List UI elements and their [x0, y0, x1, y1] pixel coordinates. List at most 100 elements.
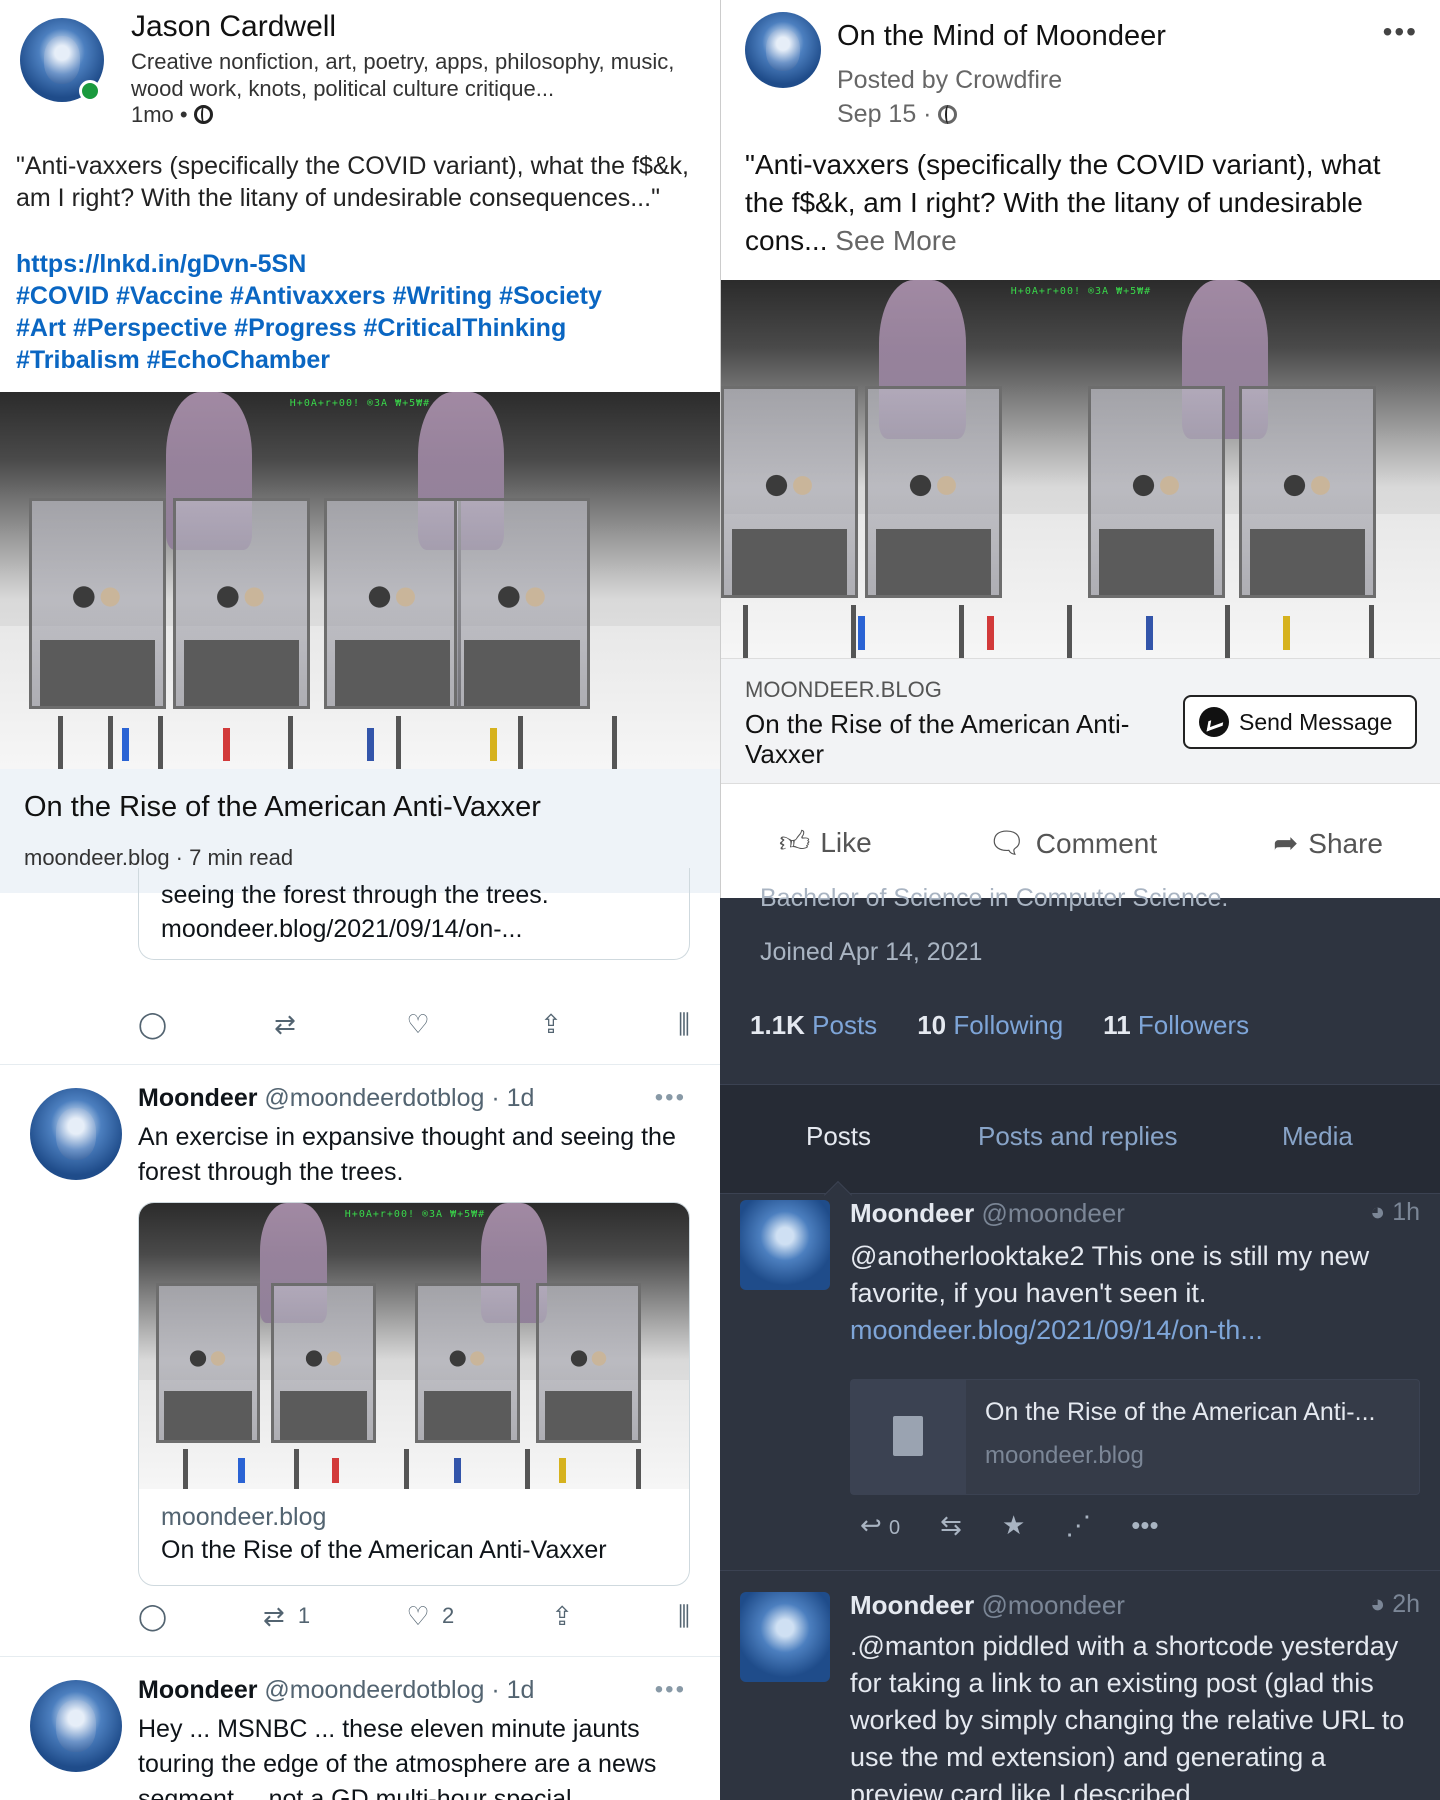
post-header: Moondeer @moondeer	[850, 1590, 1125, 1621]
reply-icon[interactable]: ◯	[138, 1010, 167, 1038]
post-age: 1mo	[131, 102, 174, 127]
post-time[interactable]: ◕ 1h	[1370, 1198, 1420, 1227]
link-domain: MOONDEER.BLOG	[745, 677, 942, 702]
post-handle: @moondeer	[981, 1198, 1125, 1228]
share-icon[interactable]: ⇪	[537, 1010, 565, 1038]
tweet-more-icon[interactable]: •••	[655, 1084, 686, 1112]
reply-icon[interactable]: ◯	[138, 1602, 167, 1630]
profile-stats: 1.1K Posts 10 Following 11 Followers	[750, 1010, 1249, 1041]
post-body: @anotherlooktake2 This one is still my n…	[850, 1241, 1370, 1308]
author-headline: Creative nonfiction, art, poetry, apps, …	[131, 49, 675, 101]
tab-posts[interactable]: Posts	[806, 1121, 871, 1152]
tweet-author[interactable]: Moondeer	[138, 1676, 257, 1704]
page-name[interactable]: On the Mind of Moondeer	[837, 20, 1166, 53]
post-actions: ↩ 0 ⇆ ★ ⋰ •••	[860, 1510, 1159, 1541]
link-preview-card[interactable]: On the Rise of the American Anti-... moo…	[850, 1379, 1420, 1495]
post-avatar[interactable]	[740, 1200, 830, 1290]
analytics-icon[interactable]: ⫼	[670, 1010, 698, 1038]
tweet-actions: ◯ ⇄ 1 ♡ 2 ⇪ ⫼	[138, 1596, 698, 1636]
send-message-button[interactable]: Send Message	[1183, 695, 1417, 749]
author-name[interactable]: Jason Cardwell	[131, 10, 336, 44]
divider	[0, 1064, 720, 1065]
post-body: "Anti-vaxxers (specifically the COVID va…	[16, 152, 689, 212]
following-stat[interactable]: 10 Following	[917, 1010, 1063, 1041]
like-button[interactable]: 👍︎ Like	[779, 825, 872, 861]
comment-label: Comment	[1035, 827, 1158, 859]
post-time[interactable]: ◕ 2h	[1370, 1590, 1420, 1619]
tab-media[interactable]: Media	[1282, 1121, 1353, 1152]
hashtags-line-1[interactable]: #COVID #Vaccine #Antivaxxers #Writing #S…	[16, 280, 706, 312]
tweet-link-card[interactable]: H+0A+r+00! ®3A ₩+5₩# moondeer.blog On th…	[138, 1202, 690, 1586]
comment-button[interactable]: 🗨︎ Comment	[988, 826, 1157, 861]
post-handle: @moondeer	[981, 1590, 1125, 1620]
tweet-header: Moondeer @moondeerdotblog · 1d	[138, 1084, 534, 1113]
post-image[interactable]: H+0A+r+00! ®3A ₩+5₩#	[721, 280, 1440, 658]
bio-tail: Bachelor of Science in Computer Science.	[760, 884, 1229, 912]
more-icon[interactable]: •••	[1131, 1510, 1158, 1541]
send-message-label: Send Message	[1239, 708, 1393, 735]
globe-icon	[193, 105, 213, 124]
tweet-text: An exercise in expansive thought and see…	[138, 1123, 676, 1186]
see-more-link[interactable]: See More	[835, 225, 956, 256]
post-link-block: https://lnkd.in/gDvn-5SN #COVID #Vaccine…	[16, 248, 706, 376]
like-heart-icon[interactable]: ♡	[404, 1010, 432, 1038]
post-url[interactable]: https://lnkd.in/gDvn-5SN	[16, 248, 706, 280]
divider	[0, 1656, 720, 1657]
share-icon[interactable]: ⋰	[1065, 1510, 1091, 1541]
tweet-handle: @moondeerdotblog · 1d	[264, 1084, 535, 1112]
post-meta: 1mo •	[131, 102, 213, 128]
post-avatar[interactable]	[740, 1592, 830, 1682]
page-avatar[interactable]	[745, 12, 821, 88]
document-icon-box	[851, 1380, 966, 1494]
like-heart-icon[interactable]: ♡	[404, 1602, 432, 1630]
hashtags-line-2[interactable]: #Art #Perspective #Progress #CriticalThi…	[16, 312, 706, 344]
tweet-avatar[interactable]	[30, 1680, 122, 1772]
post-image[interactable]: H+0A+r+00! ®3A ₩+5₩#	[0, 392, 720, 769]
retweet-icon[interactable]: ⇄	[271, 1010, 299, 1038]
retweet-icon[interactable]: ⇄	[260, 1602, 288, 1630]
post-link[interactable]: moondeer.blog/2021/09/14/on-th...	[850, 1312, 1420, 1349]
collage: Jason Cardwell Creative nonfiction, art,…	[0, 0, 1440, 1800]
repost-icon[interactable]: ⇆	[940, 1510, 962, 1541]
thumbs-up-icon: 👍︎	[778, 826, 811, 859]
more-options-icon[interactable]: •••	[1383, 16, 1418, 48]
posts-stat[interactable]: 1.1K Posts	[750, 1010, 877, 1041]
link-preview[interactable]: MOONDEER.BLOG On the Rise of the America…	[721, 658, 1440, 784]
document-icon	[893, 1416, 923, 1456]
post-text: @anotherlooktake2 This one is still my n…	[850, 1238, 1420, 1349]
share-label: Share	[1308, 827, 1383, 859]
art-ticker: H+0A+r+00! ®3A ₩+5₩#	[344, 1209, 486, 1220]
divider	[720, 1570, 1440, 1571]
card-domain: moondeer.blog	[161, 1503, 327, 1531]
retweet-count: 1	[297, 1603, 311, 1628]
reply-action[interactable]: ↩ 0	[860, 1510, 900, 1541]
followers-stat[interactable]: 11 Followers	[1103, 1010, 1249, 1041]
link-title: On the Rise of the American Anti-Vaxxer	[745, 709, 1130, 769]
post-author[interactable]: Moondeer	[850, 1198, 974, 1228]
post-header: Moondeer @moondeer	[850, 1198, 1125, 1229]
like-count: 2	[442, 1603, 455, 1628]
messenger-icon	[1199, 707, 1229, 737]
tweet-more-icon[interactable]: •••	[655, 1676, 686, 1704]
tweet-avatar[interactable]	[30, 1088, 122, 1180]
share-icon[interactable]: ⇪	[548, 1602, 576, 1630]
like-label: Like	[820, 827, 872, 858]
hashtags-line-3[interactable]: #Tribalism #EchoChamber	[16, 344, 706, 376]
tweet-author[interactable]: Moondeer	[138, 1084, 257, 1112]
online-status-indicator	[79, 80, 101, 102]
tweet-text: Hey ... MSNBC ... these eleven minute ja…	[138, 1715, 657, 1800]
analytics-icon[interactable]: ⫼	[670, 1602, 698, 1630]
post-actions: 👍︎ Like 🗨︎ Comment ➦ Share	[721, 803, 1440, 883]
facebook-post: On the Mind of Moondeer Posted by Crowdf…	[720, 0, 1440, 898]
tweet-handle: @moondeerdotblog · 1d	[264, 1676, 535, 1704]
tab-posts-and-replies[interactable]: Posts and replies	[978, 1121, 1177, 1152]
tweet-actions: ◯ ⇄ ♡ ⇪ ⫼	[138, 1004, 698, 1044]
post-body: "Anti-vaxxers (specifically the COVID va…	[745, 146, 1425, 260]
quoted-card-tail[interactable]: seeing the forest through the trees. moo…	[138, 868, 690, 960]
quoted-url[interactable]: moondeer.blog/2021/09/14/on-...	[161, 912, 667, 946]
post-date-text: Sep 15 ·	[837, 100, 932, 128]
twitter-feed: seeing the forest through the trees. moo…	[0, 868, 720, 1800]
star-icon[interactable]: ★	[1002, 1510, 1025, 1541]
post-author[interactable]: Moondeer	[850, 1590, 974, 1620]
share-button[interactable]: ➦ Share	[1273, 826, 1383, 861]
